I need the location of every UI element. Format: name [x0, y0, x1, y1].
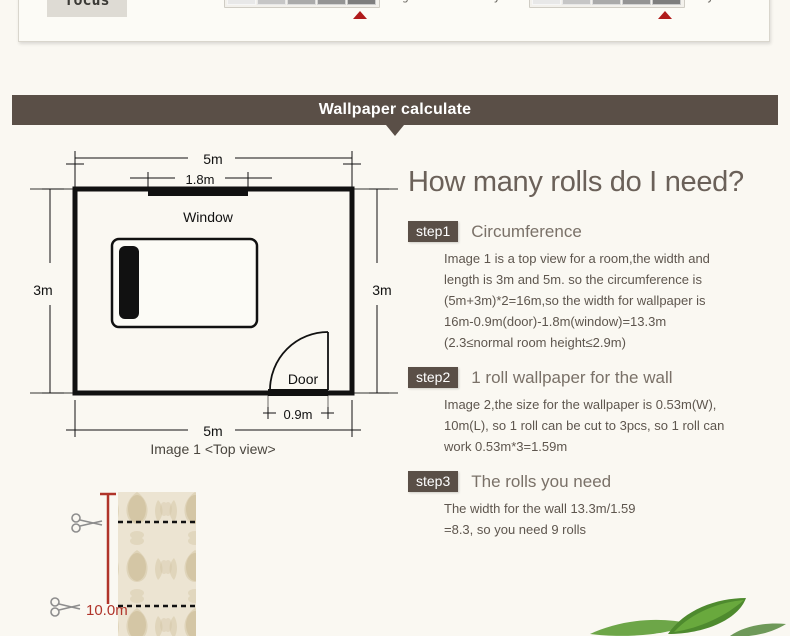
step-badge-3: step3 [408, 471, 459, 492]
life-segment-4 [622, 0, 652, 5]
step-3-line-1: The width for the wall 13.3m/1.59 [444, 501, 636, 516]
enviro-segment-1 [227, 0, 257, 5]
plan-left-dimension-label: 3m [33, 282, 52, 298]
floor-plan-svg: 5m 1.8m 3m 3m 5m 0.9m Window Door Image … [30, 151, 398, 457]
scissors-icon-top [71, 513, 103, 533]
section-banner-title: Wallpaper calculate [318, 101, 472, 118]
step-1-line-5: (2.3≤normal room height≤2.9m) [444, 335, 626, 350]
life-marker-bottom-icon [658, 10, 673, 19]
enviro-low-label: Enviro:Low [145, 0, 217, 3]
step-badge-1: step1 [408, 221, 459, 242]
step-header-2: step2 1 roll wallpaper for the wall [408, 367, 778, 388]
floor-plan-caption: Image 1 <Top view> [150, 441, 275, 457]
step-body-2: Image 2,the size for the wallpaper is 0.… [444, 394, 778, 457]
step-2-line-3: work 0.53m*3=1.59m [444, 439, 568, 454]
wallpaper-roll-svg: 10.0m [50, 492, 196, 636]
window-label: Window [183, 209, 234, 225]
banner-pointer-icon [386, 125, 404, 136]
enviro-meter-group: Enviro:Low High [145, 0, 416, 19]
step-1-line-3: (5m+3m)*2=16m,so the width for wallpaper… [444, 293, 706, 308]
life-low-label: Life:1year [450, 0, 522, 3]
step-block-2: step2 1 roll wallpaper for the wall Imag… [408, 367, 778, 457]
pillow-shape [119, 246, 139, 319]
life-segment-1 [532, 0, 562, 5]
step-2-line-1: Image 2,the size for the wallpaper is 0.… [444, 397, 717, 412]
door-opening [268, 389, 328, 396]
plan-door-dimension-label: 0.9m [284, 407, 313, 422]
step-body-3: The width for the wall 13.3m/1.59 =8.3, … [444, 498, 778, 540]
step-block-3: step3 The rolls you need The width for t… [408, 471, 778, 540]
enviro-segment-4 [317, 0, 347, 5]
section-banner-wrap: Wallpaper calculate [12, 95, 778, 136]
plan-bottom-dimension-label: 5m [203, 423, 222, 439]
enviro-marker-bottom-icon [353, 10, 368, 19]
window-opening [148, 189, 248, 196]
enviro-meter-track[interactable] [224, 0, 381, 19]
step-title-1: Circumference [471, 221, 582, 241]
step-block-1: step1 Circumference Image 1 is a top vie… [408, 221, 778, 353]
enviro-segment-2 [257, 0, 287, 5]
leaf-decoration-icon [590, 598, 786, 636]
life-segment-2 [562, 0, 592, 5]
step-3-line-2: =8.3, so you need 9 rolls [444, 522, 587, 537]
scissors-icon-bottom [50, 597, 81, 617]
buyer-focus-panel: Buyer focus Enviro:Low High Life:1year [18, 0, 770, 42]
life-segment-5 [652, 0, 682, 5]
plan-right-dimension-label: 3m [372, 282, 391, 298]
article-column: How many rolls do I need? step1 Circumfe… [408, 166, 778, 554]
life-segment-3 [592, 0, 622, 5]
step-header-1: step1 Circumference [408, 221, 778, 242]
step-badge-2: step2 [408, 367, 459, 388]
life-meter-group: Life:1year 15years [450, 0, 743, 19]
plan-top-dimension-label: 5m [203, 151, 222, 167]
door-label: Door [288, 371, 319, 387]
floor-plan-diagram: 5m 1.8m 3m 3m 5m 0.9m Window Door Image … [20, 145, 405, 465]
step-2-line-2: 10m(L), so 1 roll can be cut to 3pcs, so… [444, 418, 725, 433]
article-headline: How many rolls do I need? [408, 166, 744, 198]
step-1-line-4: 16m-0.9m(door)-1.8m(window)=13.3m [444, 314, 667, 329]
section-banner: Wallpaper calculate [12, 95, 778, 125]
buyer-focus-row: Buyer focus Enviro:Low High Life:1year [19, 0, 769, 22]
step-body-1: Image 1 is a top view for a room,the wid… [444, 248, 778, 353]
step-1-line-2: length is 3m and 5m. so the circumferenc… [444, 272, 702, 287]
step-1-line-1: Image 1 is a top view for a room,the wid… [444, 251, 710, 266]
enviro-segment-5 [347, 0, 377, 5]
enviro-high-label: High [387, 0, 416, 3]
life-high-label: 15years [692, 0, 743, 3]
step-title-3: The rolls you need [471, 471, 612, 491]
plan-window-dimension-label: 1.8m [186, 172, 215, 187]
step-title-2: 1 roll wallpaper for the wall [471, 367, 673, 387]
step-header-3: step3 The rolls you need [408, 471, 778, 492]
roll-length-label: 10.0m [86, 602, 128, 619]
enviro-segment-3 [287, 0, 317, 5]
buyer-focus-badge: Buyer focus [47, 0, 127, 17]
wallpaper-strip [118, 492, 196, 636]
buyer-focus-badge-line2: focus [64, 0, 110, 9]
life-meter-track[interactable] [529, 0, 686, 19]
wallpaper-roll-diagram: 10.0m [50, 480, 280, 636]
